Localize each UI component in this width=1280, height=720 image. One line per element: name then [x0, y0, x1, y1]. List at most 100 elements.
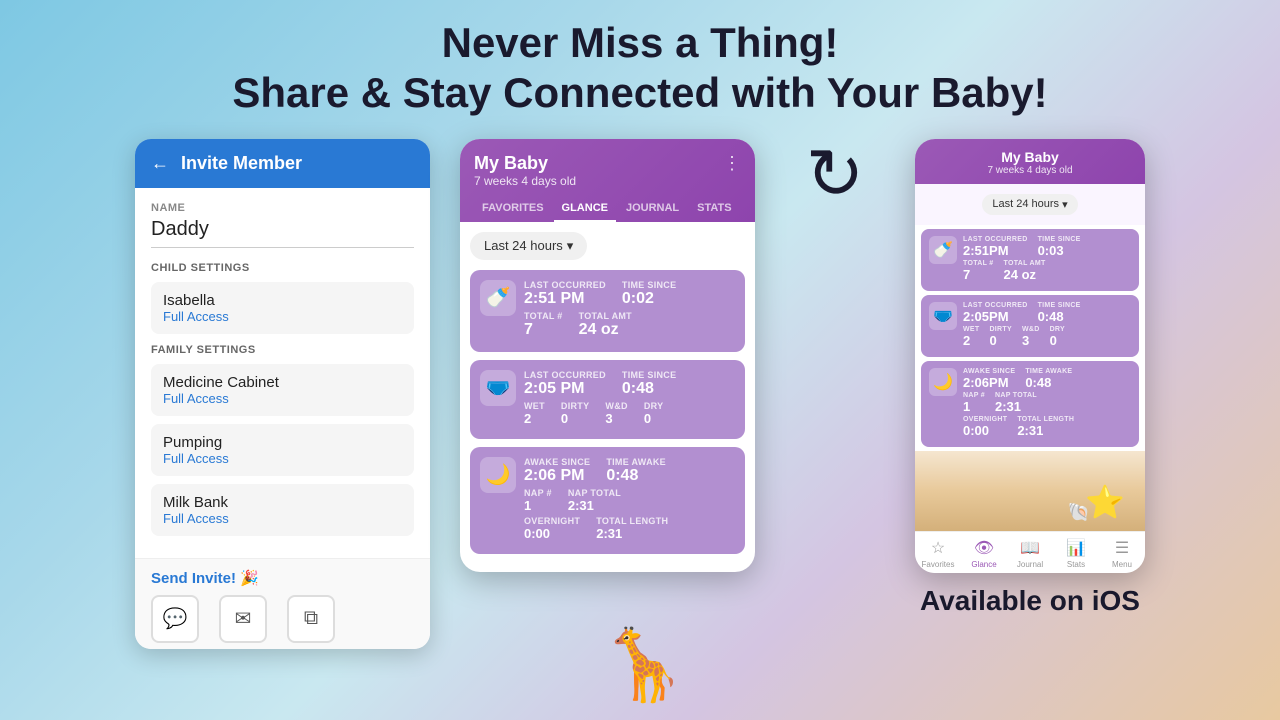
right-diaper-icon: 🩲 [929, 302, 957, 330]
sleep-nap-num: NAP # 1 [524, 488, 552, 513]
diaper-dirty: DIRTY 0 [561, 401, 590, 426]
right-tab-journal[interactable]: 📖 Journal [1007, 538, 1053, 569]
back-arrow-icon[interactable]: ← [151, 153, 169, 174]
baby-info: My Baby 7 weeks 4 days old [474, 153, 576, 188]
right-sleep-card: 🌙 AWAKE SINCE 2:06PM TIME AWAKE 0:48 [921, 361, 1139, 447]
diaper-card: 🩲 LAST OCCURRED 2:05 PM TIME SINCE 0:48 [470, 360, 745, 439]
diaper-time-since: TIME SINCE 0:48 [622, 370, 677, 398]
sleep-total-length: TOTAL LENGTH 2:31 [596, 516, 668, 541]
dots-menu-icon[interactable]: ⋮ [723, 153, 741, 174]
family-section: FAMILY SETTINGS Medicine Cabinet Full Ac… [151, 344, 414, 536]
sms-icon[interactable]: 💬 [151, 595, 199, 643]
email-icon[interactable]: ✉ [219, 595, 267, 643]
baby-glance-panel: My Baby 7 weeks 4 days old ⋮ FAVORITES G… [460, 139, 755, 572]
feeding-row-1: LAST OCCURRED 2:51 PM TIME SINCE 0:02 [524, 280, 735, 308]
right-filter-wrap: Last 24 hours ▾ [915, 184, 1145, 225]
share-icons: 💬 ✉ ⧉ [151, 595, 414, 643]
baby-header-top: My Baby 7 weeks 4 days old ⋮ [474, 153, 741, 188]
right-diaper-card: 🩲 LAST OCCURRED 2:05PM TIME SINCE 0:48 [921, 295, 1139, 357]
tab-favorites[interactable]: FAVORITES [474, 196, 552, 222]
family-item-2[interactable]: Milk Bank Full Access [151, 484, 414, 536]
right-feeding-card: 🍼 LAST OCCURRED 2:51PM TIME SINCE 0:03 [921, 229, 1139, 291]
sleep-awake-since: AWAKE SINCE 2:06 PM [524, 457, 590, 485]
family-item-name-2: Milk Bank [163, 494, 402, 511]
right-diaper-data: LAST OCCURRED 2:05PM TIME SINCE 0:48 WET… [963, 302, 1131, 350]
feeding-data: LAST OCCURRED 2:51 PM TIME SINCE 0:02 TO… [524, 280, 735, 342]
child-name: Isabella [163, 292, 402, 309]
right-sleep-data: AWAKE SINCE 2:06PM TIME AWAKE 0:48 NAP #… [963, 368, 1131, 440]
beach-area: ⭐ 🐚 [915, 451, 1145, 531]
name-value[interactable]: Daddy [151, 218, 414, 248]
tab-glance[interactable]: GLANCE [554, 196, 616, 222]
diaper-icon: 🩲 [480, 370, 516, 406]
header-line2: Share & Stay Connected with Your Baby! [40, 68, 1240, 118]
sync-area: ↻ [785, 139, 885, 209]
glance-body: Last 24 hours ▾ 🍼 LAST OCCURRED 2:51 PM … [460, 222, 755, 572]
invite-title: Invite Member [181, 153, 302, 174]
child-access: Full Access [163, 309, 402, 324]
right-tab-menu[interactable]: ☰ Menu [1099, 538, 1145, 569]
right-tab-glance[interactable]: 👁 Glance [961, 538, 1007, 569]
family-item-1[interactable]: Pumping Full Access [151, 424, 414, 476]
copy-icon[interactable]: ⧉ [287, 595, 335, 643]
favorites-tab-icon: ☆ [931, 538, 945, 558]
right-time-filter-label: Last 24 hours [992, 198, 1059, 210]
shell-icon: 🐚 [1068, 502, 1090, 523]
family-item-0[interactable]: Medicine Cabinet Full Access [151, 364, 414, 416]
sleep-data: AWAKE SINCE 2:06 PM TIME AWAKE 0:48 NAP … [524, 457, 735, 544]
send-invite-bar: Send Invite! 🎉 💬 ✉ ⧉ [135, 558, 430, 649]
sleep-time-awake: TIME AWAKE 0:48 [606, 457, 666, 485]
right-tab-stats[interactable]: 📊 Stats [1053, 538, 1099, 569]
right-sleep-icon: 🌙 [929, 368, 957, 396]
sleep-row-1: AWAKE SINCE 2:06 PM TIME AWAKE 0:48 [524, 457, 735, 485]
time-filter[interactable]: Last 24 hours ▾ [470, 232, 587, 260]
right-panel: My Baby 7 weeks 4 days old Last 24 hours… [915, 139, 1145, 617]
header-line1: Never Miss a Thing! [40, 18, 1240, 68]
right-baby-header: My Baby 7 weeks 4 days old [915, 139, 1145, 184]
baby-name: My Baby [474, 153, 576, 174]
ios-label: Available on iOS [915, 585, 1145, 617]
main-content: ← Invite Member NAME Daddy CHILD SETTING… [0, 129, 1280, 659]
diaper-dry: DRY 0 [644, 401, 664, 426]
invite-body: NAME Daddy CHILD SETTINGS Isabella Full … [135, 188, 430, 558]
time-filter-label: Last 24 hours [484, 238, 563, 253]
diaper-wd: W&D 3 [605, 401, 627, 426]
child-settings-item[interactable]: Isabella Full Access [151, 282, 414, 334]
right-feeding-data: LAST OCCURRED 2:51PM TIME SINCE 0:03 TOT… [963, 236, 1131, 284]
menu-tab-icon: ☰ [1115, 538, 1129, 558]
journal-tab-icon: 📖 [1020, 538, 1040, 558]
family-item-access-1: Full Access [163, 451, 402, 466]
tab-stats[interactable]: STATS [689, 196, 739, 222]
tab-journal[interactable]: JOURNAL [618, 196, 687, 222]
right-tab-bar: ☆ Favorites 👁 Glance 📖 Journal 📊 Stats ☰ [915, 531, 1145, 573]
sleep-row-3: OVERNIGHT 0:00 TOTAL LENGTH 2:31 [524, 516, 735, 541]
sleep-overnight: OVERNIGHT 0:00 [524, 516, 580, 541]
feeding-total-amt: TOTAL AMT 24 oz [579, 311, 632, 339]
right-feeding-icon: 🍼 [929, 236, 957, 264]
sleep-icon: 🌙 [480, 457, 516, 493]
family-settings-label: FAMILY SETTINGS [151, 344, 414, 356]
child-settings-label: CHILD SETTINGS [151, 262, 414, 274]
right-chevron-icon: ▾ [1062, 198, 1068, 211]
right-baby-name: My Baby [927, 149, 1133, 165]
chevron-down-icon: ▾ [567, 238, 574, 254]
family-item-name-1: Pumping [163, 434, 402, 451]
giraffe-icon: 🦒 [600, 630, 687, 700]
invite-header: ← Invite Member [135, 139, 430, 188]
right-phone: My Baby 7 weeks 4 days old Last 24 hours… [915, 139, 1145, 573]
feeding-total-num: TOTAL # 7 [524, 311, 563, 339]
nav-tabs: FAVORITES GLANCE JOURNAL STATS [474, 196, 741, 222]
stats-tab-icon: 📊 [1066, 538, 1086, 558]
right-tab-favorites[interactable]: ☆ Favorites [915, 538, 961, 569]
feeding-row-2: TOTAL # 7 TOTAL AMT 24 oz [524, 311, 735, 339]
right-time-filter[interactable]: Last 24 hours ▾ [982, 194, 1077, 215]
feeding-last-occurred: LAST OCCURRED 2:51 PM [524, 280, 606, 308]
diaper-data: LAST OCCURRED 2:05 PM TIME SINCE 0:48 WE… [524, 370, 735, 429]
feeding-time-since: TIME SINCE 0:02 [622, 280, 677, 308]
family-item-access-2: Full Access [163, 511, 402, 526]
baby-header: My Baby 7 weeks 4 days old ⋮ FAVORITES G… [460, 139, 755, 222]
sync-icon: ↻ [806, 139, 865, 209]
feeding-card: 🍼 LAST OCCURRED 2:51 PM TIME SINCE 0:02 [470, 270, 745, 352]
send-invite-text[interactable]: Send Invite! 🎉 [151, 569, 414, 587]
diaper-wet: WET 2 [524, 401, 545, 426]
